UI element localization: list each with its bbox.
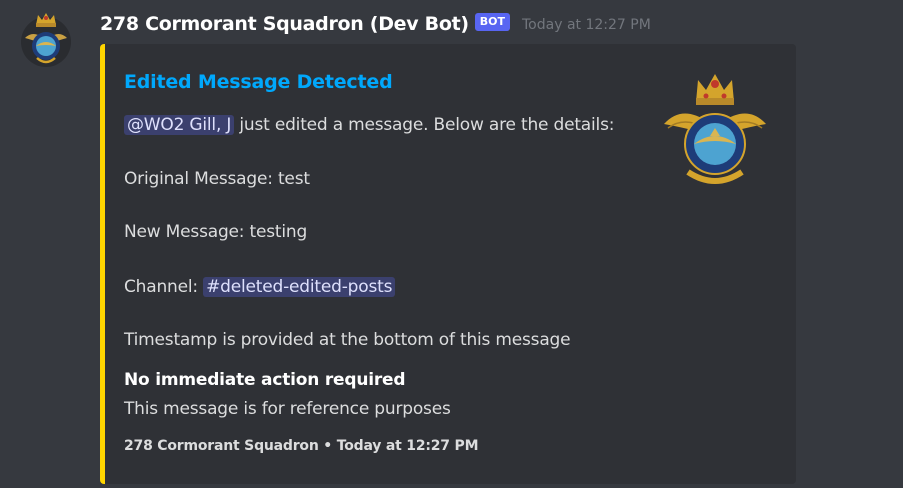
embed-title[interactable]: Edited Message Detected [124,71,393,93]
rcaf-crest-icon[interactable] [660,66,770,192]
embed-card: Edited Message Detected @WO2 Gill, J jus… [100,44,796,484]
channel-label: Channel: [124,277,204,297]
intro-text: just edited a message. Below are the det… [234,115,615,135]
new-message-line: New Message: testing [124,222,308,242]
user-mention[interactable]: @WO2 Gill, J [124,115,235,135]
embed-color-bar [100,44,105,484]
message-timestamp[interactable]: Today at 12:27 PM [522,17,651,33]
embed-footer: 278 Cormorant Squadron • Today at 12:27 … [124,438,479,454]
message-header: 278 Cormorant Squadron (Dev Bot) BOT Tod… [100,10,651,38]
timestamp-note: Timestamp is provided at the bottom of t… [124,330,571,350]
channel-line: Channel: #deleted-edited-posts [124,277,396,297]
bot-badge: BOT [474,13,510,31]
original-message-line: Original Message: test [124,169,310,189]
chat-message: 278 Cormorant Squadron (Dev Bot) BOT Tod… [0,0,903,488]
embed-field-name: No immediate action required [124,370,406,390]
rcaf-crest-icon[interactable] [19,8,73,70]
embed-field-value: This message is for reference purposes [124,399,451,419]
channel-mention[interactable]: #deleted-edited-posts [203,277,396,297]
embed-description-intro: @WO2 Gill, J just edited a message. Belo… [124,115,614,135]
author-name[interactable]: 278 Cormorant Squadron (Dev Bot) [100,13,469,35]
